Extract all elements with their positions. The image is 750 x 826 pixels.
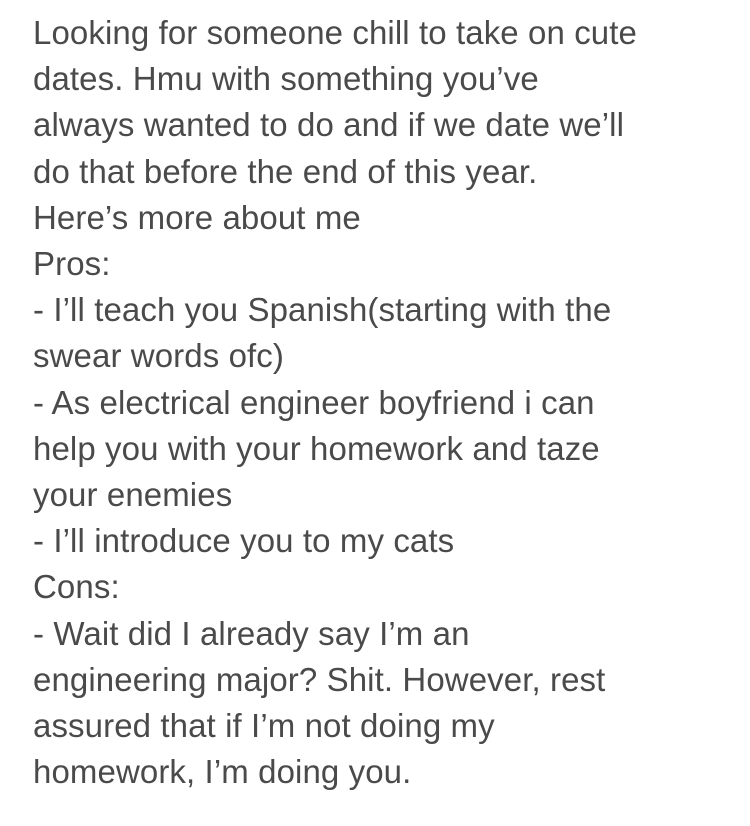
post-text-line: dates. Hmu with something you’ve: [33, 60, 539, 98]
cons-item-continuation: assured that if I’m not doing my: [33, 707, 495, 745]
pros-heading: Pros:: [33, 245, 111, 283]
post-text-line: Here’s more about me: [33, 198, 361, 236]
pros-item: - As electrical engineer boyfriend i can: [33, 383, 595, 421]
post-text-line: always wanted to do and if we date we’ll: [33, 106, 625, 144]
pros-item: - I’ll introduce you to my cats: [33, 522, 455, 560]
pros-item-continuation: help you with your homework and taze: [33, 429, 600, 467]
post-body: Looking for someone chill to take on cut…: [33, 10, 738, 795]
cons-heading: Cons:: [33, 568, 120, 606]
pros-item-continuation: your enemies: [33, 476, 233, 514]
cons-item-continuation: homework, I’m doing you.: [33, 753, 412, 791]
pros-item-continuation: swear words ofc): [33, 337, 285, 375]
cons-item-continuation: engineering major? Shit. However, rest: [33, 660, 606, 698]
post-text-line: do that before the end of this year.: [33, 152, 538, 190]
cons-item: - Wait did I already say I’m an: [33, 614, 470, 652]
post-text-line: Looking for someone chill to take on cut…: [33, 14, 637, 51]
pros-item: - I’ll teach you Spanish(starting with t…: [33, 291, 612, 329]
